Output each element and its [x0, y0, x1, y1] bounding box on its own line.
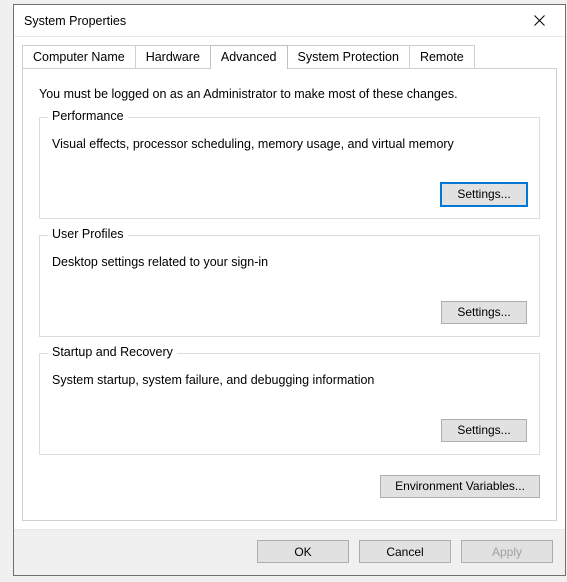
close-button[interactable]	[517, 6, 561, 36]
performance-settings-button[interactable]: Settings...	[441, 183, 527, 206]
tab-remote[interactable]: Remote	[409, 45, 475, 68]
performance-desc: Visual effects, processor scheduling, me…	[52, 136, 527, 153]
startup-recovery-desc: System startup, system failure, and debu…	[52, 372, 527, 389]
startup-recovery-btn-row: Settings...	[52, 419, 527, 442]
startup-recovery-group: Startup and Recovery System startup, sys…	[39, 353, 540, 455]
titlebar: System Properties	[14, 5, 565, 37]
admin-notice: You must be logged on as an Administrato…	[39, 87, 540, 101]
environment-variables-button[interactable]: Environment Variables...	[380, 475, 540, 498]
performance-group: Performance Visual effects, processor sc…	[39, 117, 540, 219]
tabstrip: Computer Name Hardware Advanced System P…	[14, 37, 565, 68]
performance-btn-row: Settings...	[52, 183, 527, 206]
cancel-button[interactable]: Cancel	[359, 540, 451, 563]
tab-hardware[interactable]: Hardware	[135, 45, 211, 68]
user-profiles-title: User Profiles	[48, 227, 128, 241]
apply-button[interactable]: Apply	[461, 540, 553, 563]
dialog-button-bar: OK Cancel Apply	[14, 529, 565, 575]
advanced-panel: You must be logged on as an Administrato…	[22, 68, 557, 521]
startup-recovery-settings-button[interactable]: Settings...	[441, 419, 527, 442]
ok-button[interactable]: OK	[257, 540, 349, 563]
window-title: System Properties	[24, 14, 126, 28]
system-properties-dialog: System Properties Computer Name Hardware…	[13, 4, 566, 576]
tab-system-protection[interactable]: System Protection	[287, 45, 410, 68]
env-vars-row: Environment Variables...	[39, 475, 540, 498]
user-profiles-group: User Profiles Desktop settings related t…	[39, 235, 540, 337]
performance-title: Performance	[48, 109, 128, 123]
startup-recovery-title: Startup and Recovery	[48, 345, 177, 359]
close-icon	[534, 15, 545, 26]
tab-computer-name[interactable]: Computer Name	[22, 45, 136, 68]
user-profiles-settings-button[interactable]: Settings...	[441, 301, 527, 324]
user-profiles-btn-row: Settings...	[52, 301, 527, 324]
user-profiles-desc: Desktop settings related to your sign-in	[52, 254, 527, 271]
tab-advanced[interactable]: Advanced	[210, 45, 288, 69]
